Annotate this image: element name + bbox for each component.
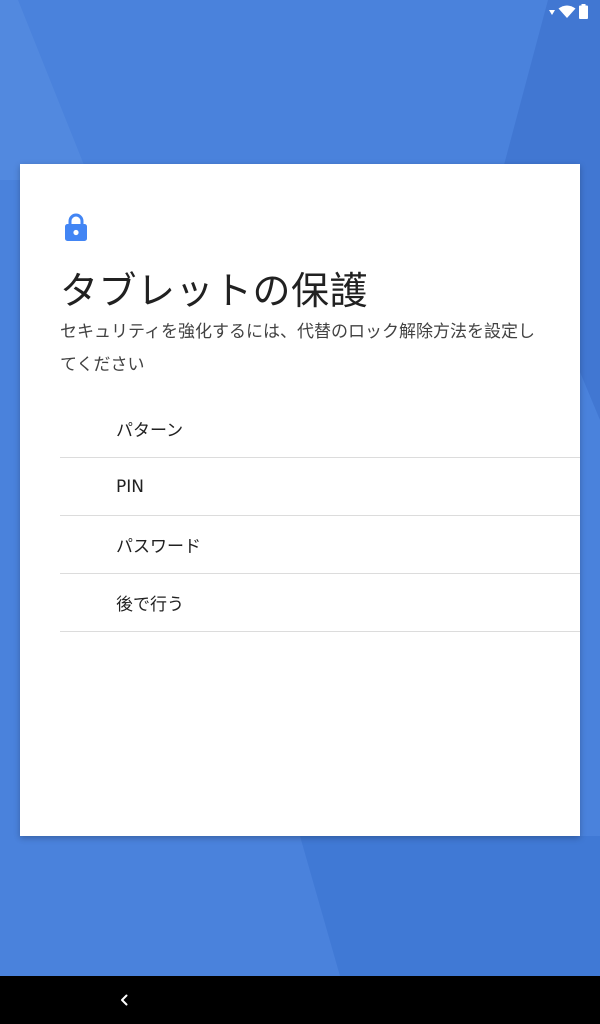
navigation-bar	[0, 976, 600, 1024]
option-password[interactable]: パスワード	[60, 516, 580, 574]
page-description: セキュリティを強化するには、代替のロック解除方法を設定してください	[60, 322, 535, 375]
back-icon[interactable]	[112, 988, 136, 1012]
lock-icon	[65, 213, 87, 241]
wifi-icon	[558, 5, 576, 18]
option-pin-label: PIN	[116, 476, 144, 497]
option-later-label: 後で行う	[116, 595, 184, 615]
option-pattern[interactable]: パターン	[60, 400, 580, 458]
status-bar	[0, 0, 600, 24]
option-later[interactable]: 後で行う	[60, 574, 580, 632]
page-title: タブレットの保護	[60, 269, 369, 313]
protect-tablet-card: タブレットの保護 セキュリティを強化するには、代替のロック解除方法を設定してくだ…	[20, 164, 580, 836]
setup-screen: タブレットの保護 セキュリティを強化するには、代替のロック解除方法を設定してくだ…	[0, 0, 600, 1024]
status-icons	[549, 4, 588, 19]
signal-indicator-icon	[549, 9, 555, 15]
lock-method-list: パターン PIN パスワード 後で行う	[60, 400, 580, 632]
battery-icon	[579, 4, 588, 19]
option-pin[interactable]: PIN	[60, 458, 580, 516]
option-pattern-label: パターン	[116, 421, 184, 441]
option-password-label: パスワード	[116, 537, 201, 557]
